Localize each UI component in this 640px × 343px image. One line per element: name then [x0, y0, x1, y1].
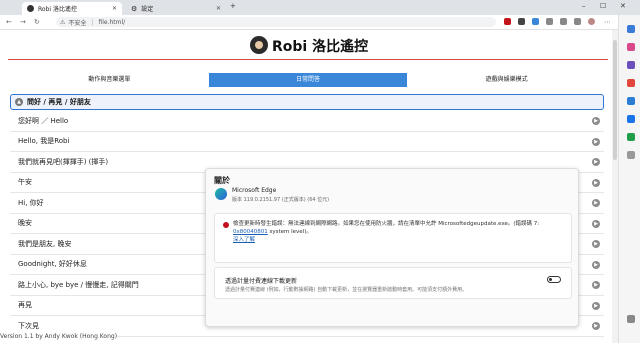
chevron-right-icon[interactable]: ▶	[592, 117, 600, 125]
list-item-label: Hi, 你好	[18, 198, 44, 207]
warning-icon: ⚠	[60, 18, 66, 26]
url-separator: |	[91, 18, 94, 26]
avatar[interactable]	[588, 18, 595, 25]
close-window-button[interactable]: ✕	[620, 2, 626, 10]
category-tabs: 動作與音樂選單 日常問答 遊戲與娛樂模式	[10, 73, 606, 87]
list-item-label: 路上小心, bye bye / 慢慢走, 記得關門	[18, 280, 139, 289]
downloads-icon[interactable]	[574, 18, 581, 25]
list-item-label: 晚安	[18, 219, 32, 228]
tab-actions-music[interactable]: 動作與音樂選單	[10, 73, 209, 87]
chevron-right-icon[interactable]: ▶	[592, 240, 600, 248]
gear-icon: ⚙	[131, 4, 138, 13]
about-title: 關於	[214, 176, 230, 185]
chevron-up-icon[interactable]: ▲	[15, 98, 23, 106]
extension-icon[interactable]	[518, 18, 525, 25]
product-version: 版本 119.0.2151.97 (正式版本) (64 位元)	[232, 197, 330, 203]
security-label: 不安全	[68, 19, 87, 27]
edge-logo-icon	[215, 188, 227, 200]
browser-titlebar: Robi 洛比遙控 ✕ ⚙ 設定 ✕ + – ☐ ✕	[0, 0, 640, 15]
list-item-label: 您好啊 ／ Hello	[18, 116, 69, 125]
metered-update-label: 透過計量付費連線下載更新	[225, 278, 298, 285]
search-icon[interactable]	[627, 25, 635, 33]
product-name: Microsoft Edge	[232, 187, 277, 194]
learn-more-link[interactable]: 深入了解	[233, 237, 255, 243]
refresh-button[interactable]: ↻	[34, 18, 40, 26]
list-item-label: Goodnight, 好好休息	[18, 260, 87, 269]
chevron-right-icon[interactable]: ▶	[592, 137, 600, 146]
error-code-link[interactable]: 0x80040801	[233, 229, 268, 235]
error-text: 檢查更新時發生錯誤：無法連線到網際網路。如果您在使用防火牆，請在清單中允許 Mi…	[233, 221, 540, 227]
robot-logo-icon	[250, 36, 268, 54]
tab-robi[interactable]: Robi 洛比遙控 ✕	[22, 2, 122, 15]
outlook-icon[interactable]	[627, 115, 635, 123]
more-menu-icon[interactable]: ⋯	[604, 18, 611, 26]
header-divider	[8, 59, 608, 60]
drop-icon[interactable]	[627, 133, 635, 141]
list-item-label: 我們是朋友, 晚安	[18, 239, 72, 248]
shopping-icon[interactable]	[627, 43, 635, 51]
url-text: file.html/	[98, 18, 126, 26]
page-title: Robi 洛比遙控	[272, 39, 369, 55]
address-bar: ← → ↻ ⚠ 不安全 | file.html/ ⋯	[0, 15, 640, 30]
chevron-right-icon[interactable]: ▶	[592, 158, 600, 166]
chevron-right-icon[interactable]: ▶	[592, 281, 600, 289]
tab-games[interactable]: 遊戲與娛樂模式	[407, 73, 606, 87]
update-error-card: 檢查更新時發生錯誤：無法連線到網際網路。如果您在使用防火牆，請在清單中允許 Mi…	[214, 213, 572, 263]
list-item-label: 下次見	[18, 321, 39, 330]
extension-icon[interactable]	[504, 18, 511, 25]
chevron-right-icon[interactable]: ▶	[592, 219, 600, 228]
tools-icon[interactable]	[627, 61, 635, 69]
chevron-right-icon[interactable]: ▶	[592, 301, 600, 310]
section-title: 問好 / 再見 / 好朋友	[27, 98, 91, 106]
about-edge-panel: 關於 Microsoft Edge 版本 119.0.2151.97 (正式版本…	[205, 168, 579, 327]
new-tab-button[interactable]: +	[230, 2, 236, 10]
error-tail: system level)。	[267, 229, 312, 235]
chevron-right-icon[interactable]: ▶	[592, 178, 600, 187]
section-header[interactable]: ▲ 問好 / 再見 / 好朋友	[10, 94, 604, 110]
metered-update-description: 透過計量付費連線 (例如，行動數據網路) 自動下載更新，並在瀏覽器重新啟動時套用…	[225, 287, 468, 293]
tab-daily-qa[interactable]: 日常問答	[208, 73, 408, 87]
edge-sidebar	[618, 15, 640, 343]
minimize-button[interactable]: –	[582, 2, 586, 10]
collections-icon[interactable]	[560, 18, 567, 25]
favorites-icon[interactable]	[546, 18, 553, 25]
close-icon[interactable]: ✕	[112, 5, 117, 12]
games-icon[interactable]	[627, 79, 635, 87]
tab-settings[interactable]: ⚙ 設定 ✕	[126, 2, 226, 15]
list-item-label: 再見	[18, 301, 32, 310]
add-icon[interactable]	[627, 151, 635, 159]
sidebar-settings-icon[interactable]	[627, 315, 635, 323]
close-icon[interactable]: ✕	[216, 5, 221, 12]
list-item-label: 午安	[18, 178, 32, 187]
update-error-message: 檢查更新時發生錯誤：無法連線到網際網路。如果您在使用防火牆，請在清單中允許 Mi…	[233, 220, 563, 244]
list-item[interactable]: Hello, 我是Robi ▶	[10, 132, 604, 152]
tab-label: 設定	[141, 6, 154, 13]
metered-update-card: 透過計量付費連線下載更新 透過計量付費連線 (例如，行動數據網路) 自動下載更新…	[214, 267, 572, 299]
office-icon[interactable]	[627, 97, 635, 105]
chevron-right-icon[interactable]: ▶	[592, 260, 600, 269]
forward-button[interactable]: →	[20, 18, 26, 26]
chevron-right-icon[interactable]: ▶	[592, 322, 600, 330]
list-item-label: 我們就再見吧(揮揮手) (揮手)	[18, 157, 109, 166]
extension-icon[interactable]	[532, 18, 539, 25]
version-footer: Version 1.1 by Andy Kwok (Hong Kong)	[0, 333, 118, 340]
scrollbar-thumb[interactable]	[613, 40, 617, 160]
chevron-right-icon[interactable]: ▶	[592, 199, 600, 207]
robot-favicon-icon	[27, 5, 34, 12]
tab-label: Robi 洛比遙控	[38, 6, 77, 13]
back-button[interactable]: ←	[6, 18, 12, 26]
list-item[interactable]: 您好啊 ／ Hello ▶	[10, 111, 604, 132]
list-item-label: Hello, 我是Robi	[18, 137, 70, 146]
error-icon	[223, 222, 229, 228]
maximize-button[interactable]: ☐	[600, 2, 606, 10]
metered-update-toggle[interactable]	[547, 276, 561, 283]
url-field[interactable]: ⚠ 不安全 | file.html/	[56, 17, 496, 27]
